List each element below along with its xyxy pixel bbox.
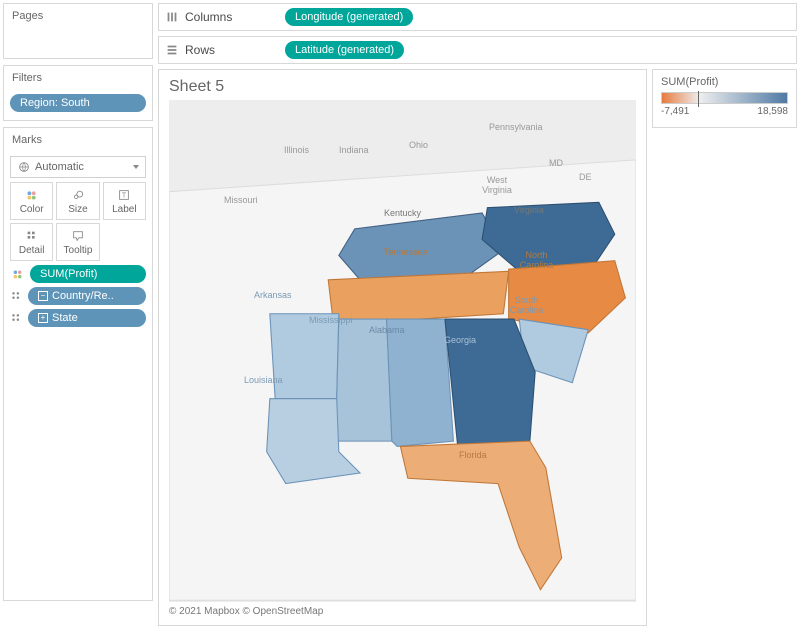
sheet-title: Sheet 5 — [169, 78, 636, 96]
filters-title: Filters — [4, 66, 152, 90]
chevron-down-icon — [133, 165, 139, 169]
viz-pane[interactable]: Sheet 5 — [158, 69, 647, 626]
legend-min: -7,491 — [661, 106, 689, 117]
color-icon — [10, 266, 26, 282]
label-icon: T — [117, 188, 131, 202]
marks-panel: Marks Automatic Color Si — [3, 127, 153, 601]
columns-shelf[interactable]: Columns Longitude (generated) — [158, 3, 797, 31]
globe-icon — [17, 160, 31, 174]
state-alabama[interactable] — [387, 319, 454, 446]
pages-title: Pages — [4, 4, 152, 28]
state-mississippi[interactable] — [334, 319, 392, 441]
map-canvas[interactable]: Illinois Indiana Ohio Pennsylvania Misso… — [169, 100, 636, 602]
tooltip-icon — [71, 229, 85, 243]
columns-icon — [165, 10, 179, 24]
mark-detail-button[interactable]: Detail — [10, 223, 53, 261]
mark-field-state[interactable]: +State — [28, 309, 146, 327]
rows-pill-latitude[interactable]: Latitude (generated) — [285, 41, 404, 59]
detail-icon — [10, 310, 24, 326]
mark-tooltip-button[interactable]: Tooltip — [56, 223, 99, 261]
mark-field-profit[interactable]: SUM(Profit) — [30, 265, 146, 283]
legend-tick — [698, 91, 699, 107]
mark-size-button[interactable]: Size — [56, 182, 99, 220]
mark-type-label: Automatic — [35, 161, 84, 173]
mark-color-button[interactable]: Color — [10, 182, 53, 220]
color-icon — [25, 188, 39, 202]
columns-pill-longitude[interactable]: Longitude (generated) — [285, 8, 413, 26]
color-legend[interactable]: SUM(Profit) -7,491 18,598 — [652, 69, 797, 128]
detail-icon — [10, 288, 24, 304]
marks-title: Marks — [4, 128, 152, 152]
pages-panel: Pages — [3, 3, 153, 59]
state-arkansas[interactable] — [270, 314, 339, 399]
mark-label-button[interactable]: T Label — [103, 182, 146, 220]
mark-field-country[interactable]: −Country/Re.. — [28, 287, 146, 305]
mark-type-select[interactable]: Automatic — [10, 156, 146, 178]
legend-max: 18,598 — [757, 106, 788, 117]
columns-label: Columns — [185, 10, 232, 24]
filters-panel: Filters Region: South — [3, 65, 153, 121]
legend-title: SUM(Profit) — [661, 76, 788, 88]
svg-text:T: T — [122, 193, 127, 200]
rows-label: Rows — [185, 43, 215, 57]
rows-shelf[interactable]: Rows Latitude (generated) — [158, 36, 797, 64]
filter-pill-region[interactable]: Region: South — [10, 94, 146, 112]
size-icon — [71, 188, 85, 202]
rows-icon — [165, 43, 179, 57]
legend-gradient — [661, 92, 788, 104]
detail-icon — [25, 229, 39, 243]
map-attribution: © 2021 Mapbox © OpenStreetMap — [169, 602, 636, 617]
state-georgia[interactable] — [445, 319, 535, 446]
